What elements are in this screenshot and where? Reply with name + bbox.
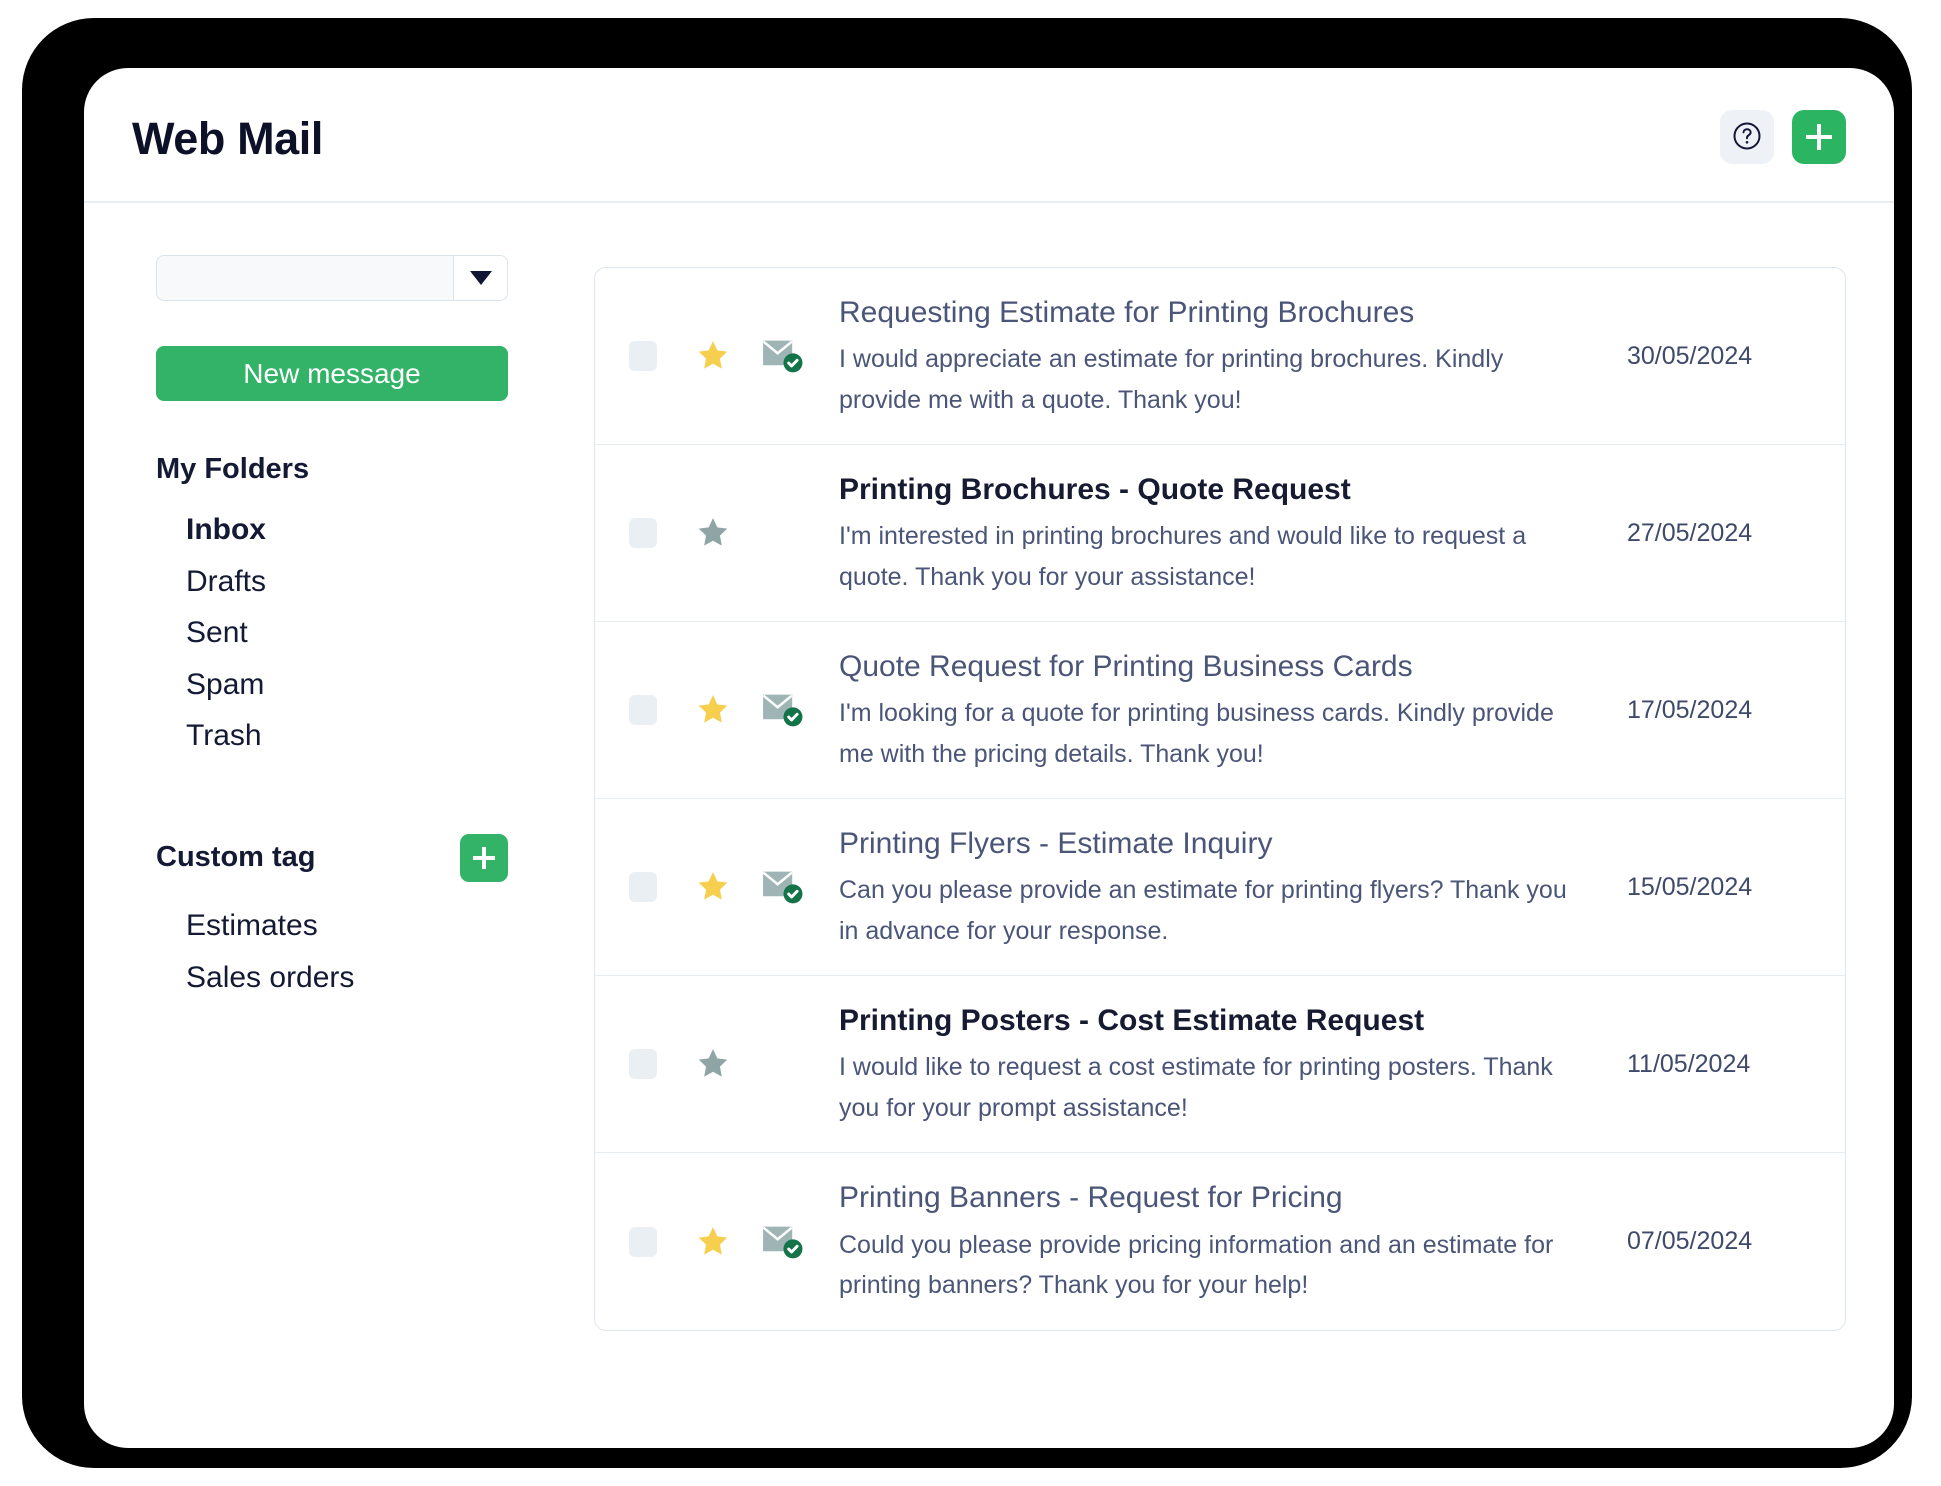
status-icon — [753, 1222, 813, 1262]
star-toggle[interactable] — [685, 514, 741, 552]
star-icon — [698, 872, 728, 900]
row-checkbox[interactable] — [629, 1049, 657, 1079]
add-tag-button[interactable] — [460, 833, 508, 882]
status-icon — [753, 336, 813, 376]
star-icon — [698, 1049, 728, 1077]
sidebar-item-trash[interactable]: Trash — [156, 710, 552, 762]
sidebar-item-sent[interactable]: Sent — [156, 607, 552, 659]
sidebar-item-sales-orders[interactable]: Sales orders — [156, 952, 552, 1004]
row-checkbox[interactable] — [629, 1226, 657, 1257]
envelope-check-icon — [762, 340, 803, 373]
page-title: Web Mail — [132, 113, 323, 164]
custom-tag-heading: Custom tag — [156, 841, 316, 874]
mail-date: 17/05/2024 — [1627, 695, 1753, 724]
my-folders-heading: My Folders — [156, 453, 310, 485]
new-item-button[interactable] — [1792, 110, 1846, 164]
app-window: Web Mail New message My Folders Inbox Dr… — [84, 68, 1894, 1448]
mail-date: 27/05/2024 — [1627, 518, 1753, 547]
mail-content: Printing Brochures - Quote Request I'm in… — [839, 469, 1605, 598]
mail-content: Printing Flyers - Estimate Inquiry Can yo… — [839, 823, 1605, 952]
mail-row[interactable]: Quote Request for Printing Business Card… — [595, 622, 1845, 799]
mail-preview: I would appreciate an estimate for print… — [839, 345, 1504, 414]
app-header: Web Mail — [84, 68, 1894, 203]
mail-row[interactable]: Printing Posters - Cost Estimate Request… — [595, 976, 1845, 1153]
mail-date: 30/05/2024 — [1627, 341, 1753, 370]
star-toggle[interactable] — [685, 1223, 741, 1261]
device-bezel: Web Mail New message My Folders Inbox Dr… — [22, 18, 1912, 1468]
folders-list: Inbox Drafts Sent Spam Trash — [156, 504, 552, 762]
envelope-check-icon — [762, 1226, 803, 1258]
star-toggle[interactable] — [685, 337, 741, 375]
plus-icon — [473, 846, 495, 869]
mail-preview: Can you please provide an estimate for p… — [839, 876, 1567, 945]
tags-list: Estimates Sales orders — [156, 900, 552, 1003]
sidebar: New message My Folders Inbox Drafts Sent… — [132, 255, 552, 1331]
mail-list-panel: Requesting Estimate for Printing Brochur… — [594, 267, 1846, 1331]
app-body: New message My Folders Inbox Drafts Sent… — [84, 203, 1894, 1331]
mail-content: Printing Posters - Cost Estimate Request… — [839, 1000, 1605, 1129]
star-toggle[interactable] — [685, 1045, 741, 1083]
mail-preview: Could you please provide pricing informa… — [839, 1230, 1554, 1300]
star-toggle[interactable] — [685, 868, 741, 906]
folder-select[interactable] — [156, 255, 508, 301]
row-checkbox[interactable] — [629, 518, 657, 548]
custom-tag-header: Custom tag — [156, 833, 508, 882]
help-button[interactable] — [1720, 110, 1774, 164]
mail-date: 15/05/2024 — [1627, 872, 1753, 901]
sidebar-item-estimates[interactable]: Estimates — [156, 900, 552, 952]
sidebar-item-drafts[interactable]: Drafts — [156, 556, 552, 608]
mail-row[interactable]: Printing Banners - Request for Pricing Co… — [595, 1153, 1845, 1330]
row-checkbox[interactable] — [629, 872, 657, 902]
mail-content: Quote Request for Printing Business Card… — [839, 646, 1605, 775]
star-icon — [698, 1226, 728, 1255]
status-icon — [753, 690, 813, 730]
mail-row[interactable]: Requesting Estimate for Printing Brochur… — [595, 268, 1845, 445]
mail-subject[interactable]: Printing Brochures - Quote Request — [839, 469, 1585, 512]
mail-content: Requesting Estimate for Printing Brochur… — [839, 292, 1605, 421]
mail-row[interactable]: Printing Brochures - Quote Request I'm in… — [595, 445, 1845, 622]
star-icon — [698, 341, 728, 369]
folder-select-value[interactable] — [157, 256, 453, 300]
row-checkbox[interactable] — [629, 341, 657, 371]
mail-content: Printing Banners - Request for Pricing Co… — [839, 1177, 1605, 1306]
new-message-button[interactable]: New message — [156, 346, 508, 401]
mail-subject[interactable]: Printing Flyers - Estimate Inquiry — [839, 823, 1585, 866]
envelope-check-icon — [762, 871, 803, 904]
mail-date: 07/05/2024 — [1627, 1227, 1753, 1255]
mail-subject[interactable]: Printing Posters - Cost Estimate Request — [839, 1000, 1585, 1043]
mail-subject[interactable]: Requesting Estimate for Printing Brochur… — [839, 292, 1585, 335]
mail-row[interactable]: Printing Flyers - Estimate Inquiry Can yo… — [595, 799, 1845, 976]
star-icon — [698, 695, 728, 723]
plus-icon — [1806, 124, 1832, 150]
star-toggle[interactable] — [685, 691, 741, 729]
row-checkbox[interactable] — [629, 695, 657, 725]
question-circle-icon — [1732, 121, 1762, 154]
mail-subject[interactable]: Printing Banners - Request for Pricing — [839, 1177, 1585, 1220]
mail-preview: I'm interested in printing brochures and… — [839, 522, 1527, 591]
status-icon — [753, 867, 813, 907]
mail-date: 11/05/2024 — [1627, 1049, 1751, 1078]
star-icon — [698, 518, 728, 546]
mail-subject[interactable]: Quote Request for Printing Business Card… — [839, 646, 1585, 689]
header-actions — [1720, 110, 1846, 164]
sidebar-item-spam[interactable]: Spam — [156, 659, 552, 711]
chevron-down-icon[interactable] — [453, 256, 507, 300]
envelope-check-icon — [762, 694, 803, 727]
mail-preview: I would like to request a cost estimate … — [839, 1053, 1553, 1122]
mail-preview: I'm looking for a quote for printing bus… — [839, 699, 1554, 768]
sidebar-item-inbox[interactable]: Inbox — [156, 504, 552, 556]
